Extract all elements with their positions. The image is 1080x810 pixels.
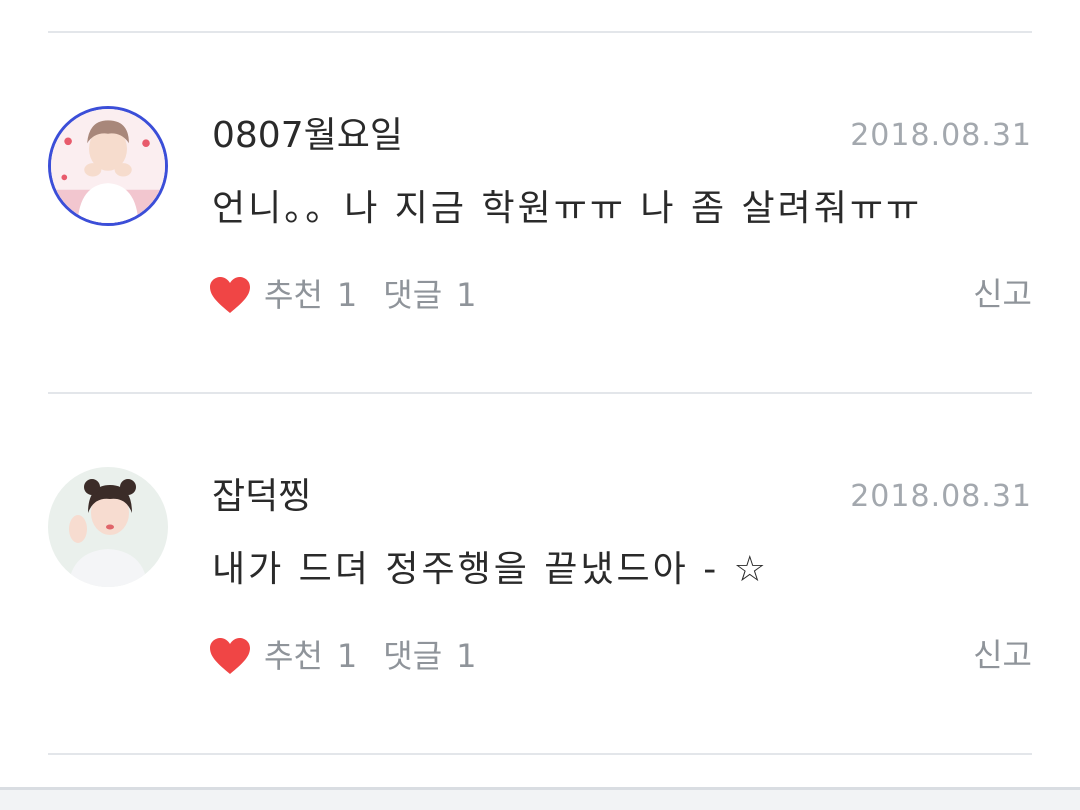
comment-actions: 추천 1 댓글 1 <box>208 633 477 679</box>
username[interactable]: 잡덕찡 <box>212 475 311 519</box>
post-date: 2018.08.31 <box>850 479 1032 514</box>
username[interactable]: 0807월요일 <box>212 114 403 158</box>
divider-bottom <box>48 753 1032 755</box>
divider-middle <box>48 392 1032 394</box>
comment-actions: 추천 1 댓글 1 <box>208 272 477 318</box>
reply-count: 1 <box>456 276 477 314</box>
reply-label: 댓글 <box>383 276 443 314</box>
recommend-label: 추천 <box>264 637 323 675</box>
avatar-image <box>51 109 165 223</box>
reply-label: 댓글 <box>383 637 443 675</box>
bottom-bar <box>0 787 1080 810</box>
report-button[interactable]: 신고 <box>973 274 1032 314</box>
user-avatar[interactable] <box>48 467 168 587</box>
reply-button[interactable]: 댓글 1 <box>383 636 476 676</box>
recommend-label: 추천 <box>264 276 323 314</box>
comment-item: 잡덕찡 2018.08.31 내가 드뎌 정주행을 끝냈드아 - ☆ 추천 1 댓… <box>48 467 1032 767</box>
recommend-button[interactable]: 추천 1 <box>264 275 357 315</box>
comment-text: 언니。。나 지금 학원ㅠㅠ 나 좀 살려줘ㅠㅠ <box>212 188 923 229</box>
heart-icon[interactable] <box>208 636 252 676</box>
post-date: 2018.08.31 <box>850 118 1032 153</box>
recommend-count: 1 <box>336 276 358 314</box>
comment-text: 내가 드뎌 정주행을 끝냈드아 - ☆ <box>212 549 769 590</box>
comment-item: 0807월요일 2018.08.31 언니。。나 지금 학원ㅠㅠ 나 좀 살려줘… <box>48 106 1032 406</box>
reply-count: 1 <box>456 637 477 675</box>
user-avatar[interactable] <box>48 106 168 226</box>
divider-top <box>48 31 1032 33</box>
heart-icon[interactable] <box>208 275 252 315</box>
avatar-image <box>48 467 168 587</box>
report-button[interactable]: 신고 <box>973 635 1032 675</box>
recommend-button[interactable]: 추천 1 <box>264 636 357 676</box>
reply-button[interactable]: 댓글 1 <box>383 275 476 315</box>
recommend-count: 1 <box>336 637 358 675</box>
